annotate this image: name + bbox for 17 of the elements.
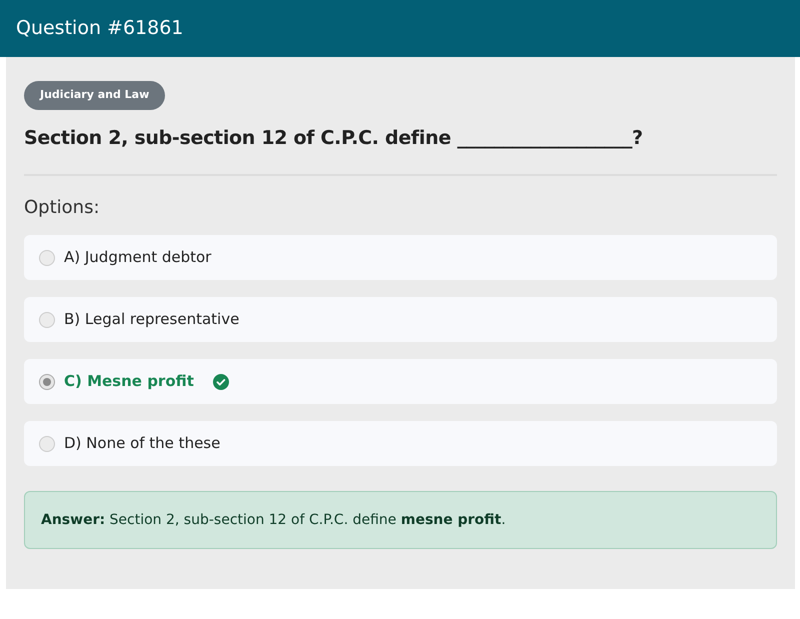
option-text: D) None of the these: [64, 433, 220, 454]
option-row[interactable]: D) None of the these: [24, 421, 777, 466]
radio-button[interactable]: [39, 374, 55, 390]
category-badge: Judiciary and Law: [24, 81, 166, 110]
answer-text: Answer: Section 2, sub-section 12 of C.P.C. define mesne profit.: [41, 510, 506, 530]
options-label: Options:: [24, 196, 101, 220]
radio-button[interactable]: [39, 250, 55, 266]
option-text: B) Legal representative: [64, 309, 240, 330]
question-text: Section 2, sub-section 12 of C.P.C. define ___________________?: [24, 126, 644, 150]
option-text: A) Judgment debtor: [64, 247, 212, 268]
option-row[interactable]: A) Judgment debtor: [24, 235, 777, 280]
radio-button[interactable]: [39, 436, 55, 452]
radio-button[interactable]: [39, 312, 55, 328]
option-row[interactable]: C) Mesne profit: [24, 359, 777, 404]
page-title: Question #61861: [16, 16, 184, 42]
option-text: C) Mesne profit: [64, 371, 194, 392]
option-row[interactable]: B) Legal representative: [24, 297, 777, 342]
